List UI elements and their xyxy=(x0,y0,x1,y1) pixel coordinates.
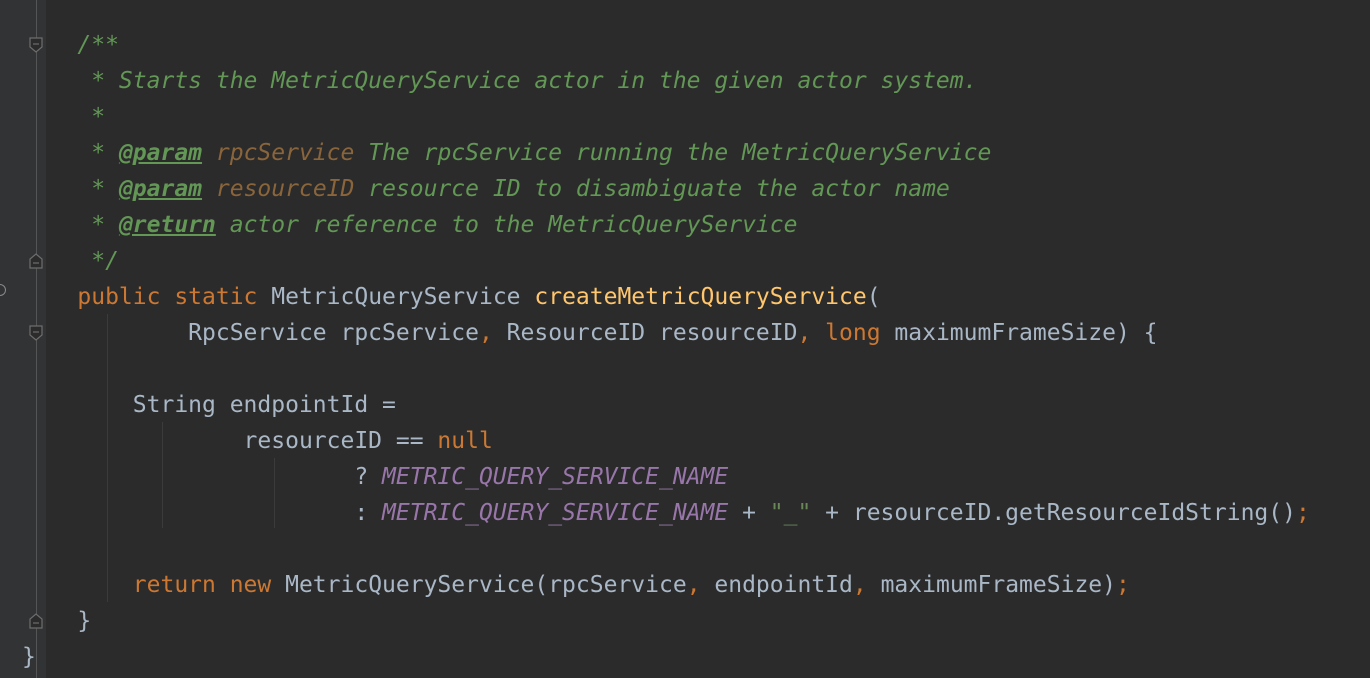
override-method-icon[interactable] xyxy=(0,284,6,296)
code-token: resource ID to disambiguate the actor na… xyxy=(354,176,950,202)
code-line[interactable]: * @param resourceID resource ID to disam… xyxy=(22,171,950,207)
code-token: String endpointId = xyxy=(22,392,396,418)
code-token: , xyxy=(686,572,715,598)
code-token: METRIC_QUERY_SERVICE_NAME xyxy=(382,500,729,526)
code-line[interactable]: public static MetricQueryService createM… xyxy=(22,279,881,315)
code-token: public static xyxy=(77,284,272,310)
code-token: resourceID == xyxy=(22,428,438,454)
code-line[interactable]: String endpointId = xyxy=(22,387,396,423)
code-token: null xyxy=(437,428,493,454)
code-token: } xyxy=(22,644,36,670)
code-token: * xyxy=(22,140,119,166)
code-line[interactable]: ? METRIC_QUERY_SERVICE_NAME xyxy=(22,459,728,495)
code-line[interactable]: * @return actor reference to the MetricQ… xyxy=(22,207,797,243)
code-token: @param xyxy=(118,140,203,166)
code-line[interactable]: } xyxy=(22,639,36,675)
code-token: */ xyxy=(22,248,119,274)
code-token: * xyxy=(22,104,106,130)
code-token: @param xyxy=(118,176,203,202)
code-token: MetricQueryService(rpcService xyxy=(285,572,687,598)
code-editor[interactable]: /** * Starts the MetricQueryService acto… xyxy=(0,0,1370,678)
code-token: ? xyxy=(22,464,383,490)
code-token: @return xyxy=(118,212,216,238)
code-token: "_" xyxy=(769,500,812,526)
code-token: * Starts the MetricQueryService actor in… xyxy=(22,68,978,94)
code-line[interactable]: /** xyxy=(22,27,119,63)
code-token: rpcService xyxy=(215,140,355,166)
code-token: + resourceID.getResourceIdString() xyxy=(811,500,1296,526)
code-line[interactable]: * @param rpcService The rpcService runni… xyxy=(22,135,991,171)
code-token: + xyxy=(728,500,770,526)
code-token: * xyxy=(22,176,119,202)
code-token: ; xyxy=(1115,572,1130,598)
code-token: } xyxy=(22,608,92,634)
code-line[interactable]: } xyxy=(22,603,91,639)
code-token: ( xyxy=(866,284,881,310)
code-line[interactable]: */ xyxy=(22,243,119,279)
code-token: maximumFrameSize) xyxy=(880,572,1116,598)
code-token: createMetricQueryService xyxy=(534,284,867,310)
code-line[interactable]: return new MetricQueryService(rpcService… xyxy=(22,567,1130,603)
code-token: METRIC_QUERY_SERVICE_NAME xyxy=(382,464,729,490)
code-token: MetricQueryService xyxy=(271,284,535,310)
code-line[interactable]: * Starts the MetricQueryService actor in… xyxy=(22,63,977,99)
code-token: resourceID xyxy=(215,176,355,202)
code-token: actor reference to the MetricQueryServic… xyxy=(215,212,798,238)
code-token: maximumFrameSize) { xyxy=(894,320,1158,346)
code-token: * xyxy=(22,212,119,238)
code-token: return new xyxy=(132,572,286,598)
code-token: endpointId xyxy=(714,572,853,598)
code-token: : xyxy=(22,500,383,526)
code-token: The rpcService running the MetricQuerySe… xyxy=(354,140,992,166)
code-line[interactable]: : METRIC_QUERY_SERVICE_NAME + "_" + reso… xyxy=(22,495,1310,531)
code-token: long xyxy=(825,320,895,346)
code-line[interactable]: * xyxy=(22,99,105,135)
code-line[interactable]: RpcService rpcService, ResourceID resour… xyxy=(22,315,1158,351)
code-token: ; xyxy=(1295,500,1310,526)
code-token: ResourceID resourceID xyxy=(506,320,798,346)
code-line[interactable]: resourceID == null xyxy=(22,423,493,459)
code-token: , xyxy=(797,320,826,346)
code-token: RpcService rpcService xyxy=(22,320,479,346)
code-token: /** xyxy=(22,32,119,58)
code-token: , xyxy=(478,320,507,346)
code-token: , xyxy=(852,572,881,598)
